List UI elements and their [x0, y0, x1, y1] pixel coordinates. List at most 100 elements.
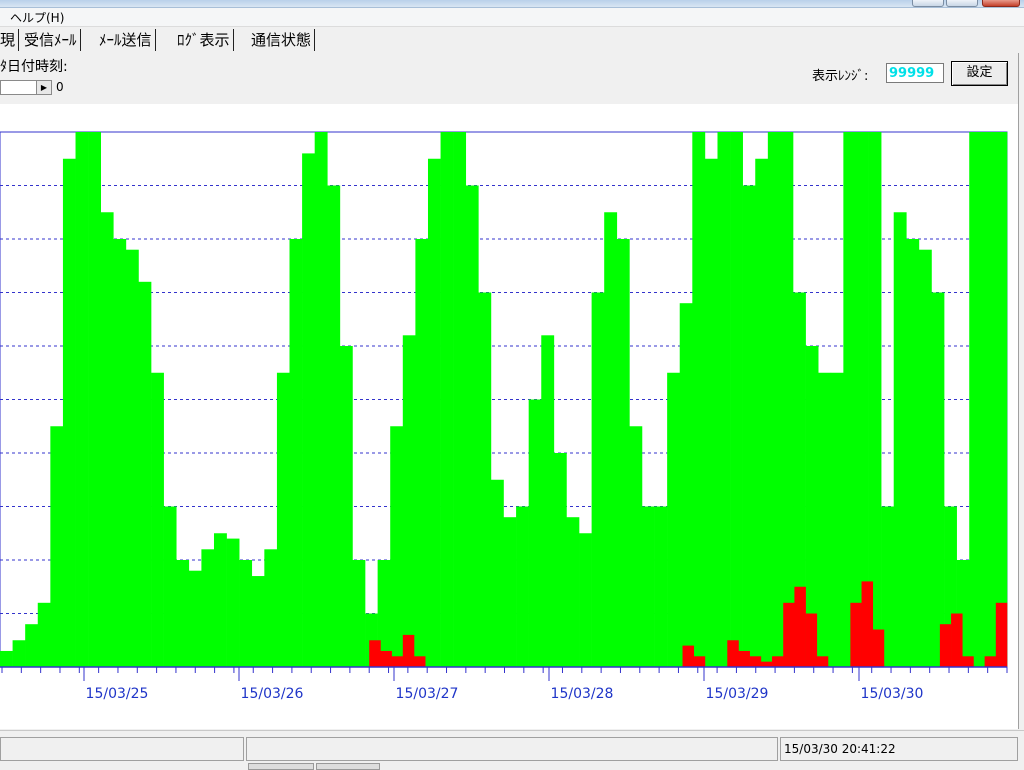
received-bar	[62, 158, 76, 667]
received-bar	[138, 281, 152, 667]
error-bar	[995, 602, 1008, 667]
maximize-button[interactable]	[946, 0, 978, 7]
error-bar	[772, 656, 784, 667]
received-bar	[553, 453, 567, 667]
received-bar	[264, 549, 278, 667]
tab-current[interactable]: 現	[0, 29, 20, 51]
x-tick-label: 15/03/26	[241, 686, 304, 702]
received-bar	[767, 132, 781, 667]
received-bar	[641, 506, 655, 667]
received-bar	[125, 249, 139, 667]
received-bar	[629, 426, 643, 667]
menu-help[interactable]: ヘルプ(H)	[10, 9, 64, 26]
received-bar	[239, 560, 253, 667]
error-bar	[727, 640, 739, 667]
received-bar	[163, 506, 177, 667]
error-bar	[872, 629, 885, 667]
scroll-value: 0	[56, 80, 64, 94]
received-bar	[12, 640, 26, 667]
received-bar	[100, 212, 114, 667]
x-tick-label: 15/03/30	[861, 686, 924, 702]
error-bar	[861, 581, 874, 667]
received-bar	[176, 560, 190, 667]
received-bar	[415, 239, 429, 667]
x-tick-label: 15/03/25	[86, 686, 149, 702]
status-pane-2	[246, 737, 778, 761]
received-bar	[755, 158, 769, 667]
received-bar	[302, 153, 315, 667]
received-bar	[843, 132, 857, 667]
received-bar	[704, 158, 718, 667]
received-bar	[327, 185, 341, 667]
received-bar	[918, 249, 932, 667]
menu-bar: ヘルプ(H)	[0, 8, 1024, 27]
error-bar	[749, 656, 762, 667]
set-button[interactable]: 設定	[951, 61, 1008, 86]
range-input[interactable]	[886, 63, 944, 83]
received-bar	[339, 346, 353, 667]
error-bar	[693, 656, 706, 667]
received-bar	[213, 533, 227, 667]
status-bar: 15/03/30 20:41:22	[0, 730, 1024, 769]
error-bar	[962, 656, 974, 667]
received-bar	[679, 303, 693, 667]
error-bar	[984, 656, 997, 667]
taskbar-button-2[interactable]	[316, 763, 380, 770]
received-bar	[742, 185, 756, 667]
received-bar	[440, 132, 454, 667]
received-bar	[352, 560, 366, 667]
received-bar	[981, 132, 995, 667]
taskbar-button-1[interactable]	[248, 763, 314, 770]
received-bar	[88, 132, 101, 667]
received-bar	[75, 132, 89, 667]
scroll-right-icon[interactable]: ▶	[36, 81, 51, 94]
error-bar	[402, 634, 415, 667]
received-bar	[604, 212, 618, 667]
received-bar	[503, 517, 517, 667]
received-bar	[516, 506, 529, 667]
close-button[interactable]	[982, 0, 1020, 7]
received-bar	[276, 372, 290, 667]
received-bar	[818, 372, 832, 667]
received-bar	[654, 506, 668, 667]
error-bar	[939, 624, 952, 667]
received-bar	[188, 570, 202, 667]
error-bar	[760, 661, 773, 667]
error-bar	[380, 650, 392, 667]
received-bar	[37, 602, 51, 667]
title-bar	[0, 0, 1024, 8]
received-bar	[390, 426, 404, 667]
received-bar	[251, 576, 265, 667]
received-bar	[717, 132, 731, 667]
tab-comm-status[interactable]: 通信状態	[248, 29, 316, 51]
error-bar	[794, 586, 806, 667]
received-bar	[402, 335, 416, 667]
error-bar	[805, 613, 818, 667]
received-bar	[0, 650, 13, 667]
received-bar	[616, 239, 630, 667]
date-scrollbar[interactable]: ▶	[0, 80, 52, 95]
received-bar	[151, 372, 164, 667]
received-bar	[667, 372, 681, 667]
received-bar	[528, 399, 542, 667]
error-bar	[413, 656, 426, 667]
received-bar	[893, 212, 907, 667]
tab-send-mail[interactable]: ﾒｰﾙ送信	[96, 29, 156, 51]
received-bar	[453, 132, 467, 667]
chart-area: 15/03/25 15/03/26 15/03/27 15/03/28 15/03/29…	[0, 104, 1018, 729]
received-bar	[830, 372, 844, 667]
received-bar	[427, 158, 441, 667]
status-timestamp: 15/03/30 20:41:22	[784, 742, 896, 756]
received-bar	[113, 239, 127, 667]
error-bar	[369, 640, 381, 667]
received-bar	[994, 132, 1008, 667]
tab-log-view[interactable]: ﾛｸﾞ表示	[174, 29, 234, 51]
minimize-button[interactable]	[912, 0, 944, 7]
tab-received-mail[interactable]: 受信ﾒｰﾙ	[21, 29, 81, 51]
received-bar	[478, 292, 492, 667]
x-tick-label: 15/03/29	[706, 686, 769, 702]
received-bar	[201, 549, 215, 667]
error-bar	[682, 645, 695, 667]
error-bar	[850, 602, 862, 667]
received-bar	[490, 479, 504, 667]
